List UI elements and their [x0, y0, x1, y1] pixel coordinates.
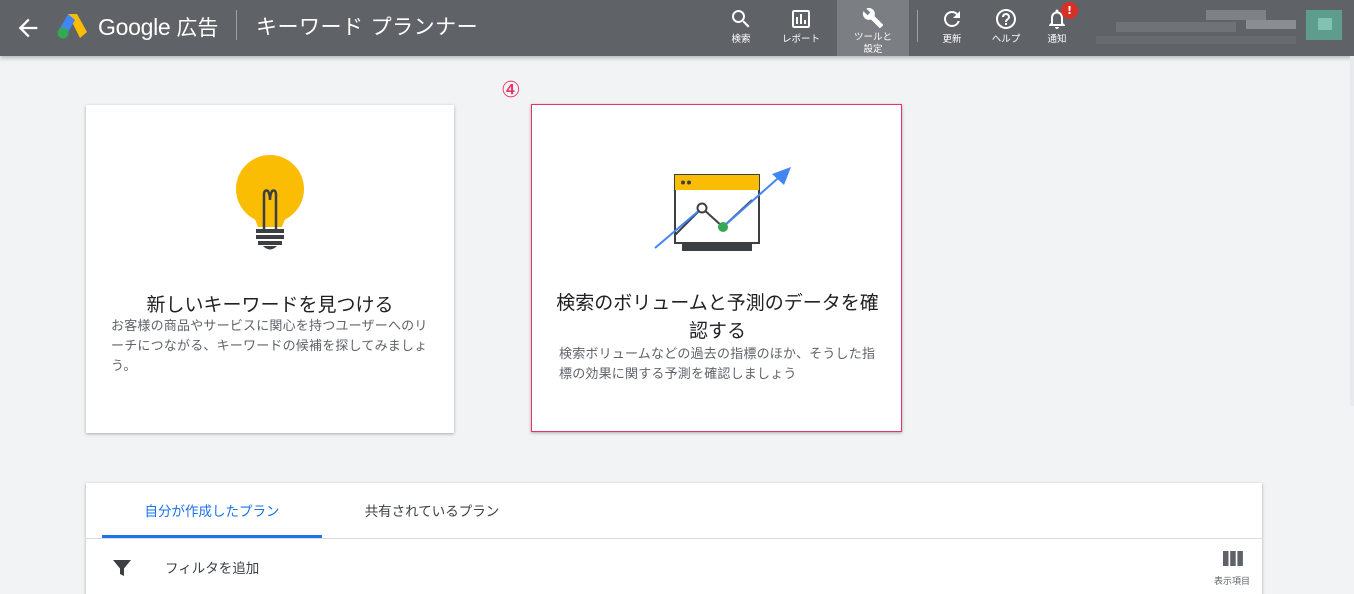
title-divider [236, 10, 237, 40]
lightbulb-icon [236, 155, 304, 250]
account-info-blurred[interactable] [1096, 6, 1346, 48]
card-description: お客様の商品やサービスに関心を持つユーザーへのリーチにつながる、キーワードの候補… [111, 319, 428, 374]
reports-icon [792, 10, 810, 28]
add-filter-button[interactable]: フィルタを追加 [165, 557, 259, 577]
card-description: 検索ボリュームなどの過去の指標のほか、そうした指標の効果に関する予測を確認しまし… [559, 347, 876, 382]
filter-icon[interactable] [112, 558, 132, 578]
back-arrow-icon[interactable] [14, 14, 42, 42]
tab-my-plans[interactable]: 自分が作成したプラン [102, 483, 322, 538]
reports-button[interactable]: レポート [776, 0, 826, 56]
notification-badge: ! [1061, 2, 1078, 19]
search-label: 検索 [731, 34, 751, 45]
brand-google: Google [98, 14, 171, 40]
help-icon [996, 9, 1016, 29]
top-app-bar: Google 広告 キーワード プランナー 検索 レポート ツールと 設定 更新 [0, 0, 1354, 56]
step-annotation: ④ [501, 78, 521, 103]
columns-label: 表示項目 [1213, 577, 1250, 587]
search-icon [732, 10, 750, 28]
card-title: 検索のボリュームと予測のデータを確認する [556, 292, 879, 342]
search-button[interactable]: 検索 [721, 0, 761, 56]
plans-panel: 自分が作成したプラン 共有されているプラン フィルタを追加 表示項目 [86, 483, 1262, 594]
refresh-icon [944, 10, 960, 27]
help-label: ヘルプ [991, 34, 1021, 45]
tools-settings-button[interactable]: ツールと 設定 [837, 0, 909, 56]
google-ads-logo-icon[interactable] [56, 12, 88, 40]
view-forecasts-card[interactable]: 検索のボリュームと予測のデータを確認する 検索ボリュームなどの過去の指標のほか、… [531, 104, 902, 432]
reports-label: レポート [781, 34, 820, 45]
brand-name: Google 広告 [98, 12, 218, 42]
wrench-icon [862, 8, 884, 29]
notifications-label: 通知 [1047, 34, 1067, 45]
columns-icon[interactable] [1223, 550, 1243, 568]
toolbar-divider [917, 10, 918, 42]
help-button[interactable]: ヘルプ [986, 0, 1026, 56]
tools-settings-label: ツールと 設定 [853, 32, 892, 55]
tabs-divider [86, 538, 1262, 539]
refresh-button[interactable]: 更新 [932, 0, 972, 56]
refresh-label: 更新 [942, 34, 962, 45]
page-scrollbar[interactable] [1350, 56, 1354, 406]
forecast-chart-icon [654, 167, 791, 251]
brand-ads: 広告 [176, 16, 219, 40]
find-new-keywords-card[interactable]: 新しいキーワードを見つける お客様の商品やサービスに関心を持つユーザーへのリーチ… [86, 105, 454, 433]
tab-shared-plans[interactable]: 共有されているプラン [322, 483, 542, 538]
page-title: キーワード プランナー [256, 15, 479, 39]
card-title: 新しいキーワードを見つける [146, 294, 394, 316]
